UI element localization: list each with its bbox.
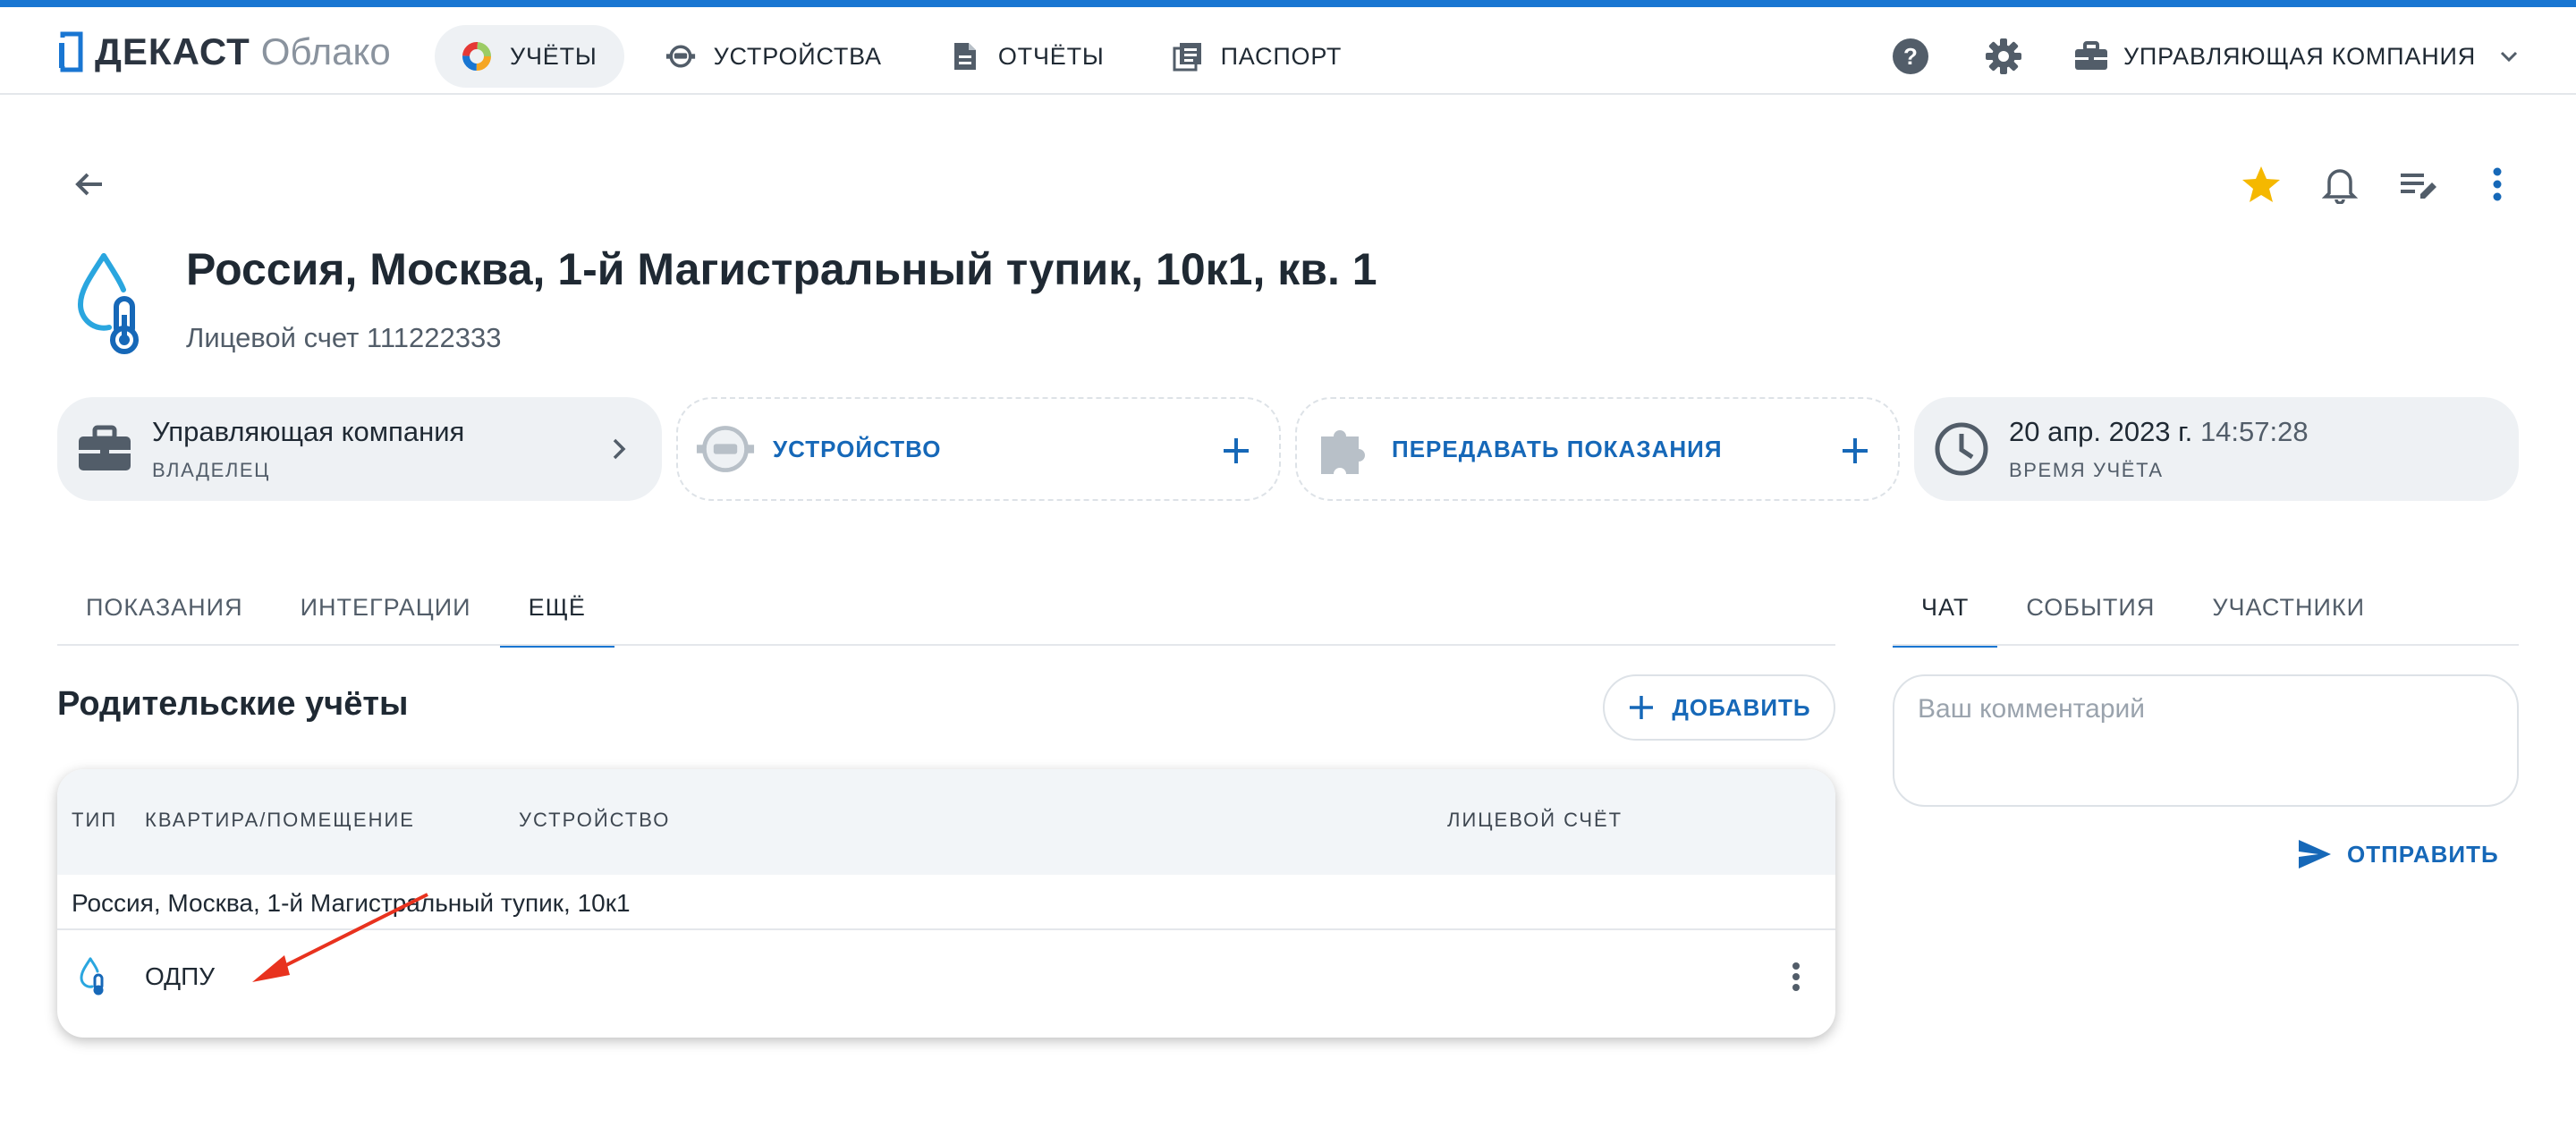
send-label: ОТПРАВИТЬ bbox=[2347, 840, 2499, 868]
side-tabs-divider bbox=[1893, 644, 2519, 646]
owner-name: Управляющая компания bbox=[152, 416, 465, 447]
tab-integrations[interactable]: ИНТЕГРАЦИИ bbox=[272, 569, 500, 646]
gear-icon[interactable] bbox=[1980, 33, 2027, 80]
tab-more[interactable]: ЕЩЁ bbox=[499, 569, 615, 648]
nav-item-label: УСТРОЙСТВА bbox=[713, 42, 882, 70]
top-navigation-bar: ДЕКАСТ Облако УЧЁТЫ УСТРОЙСТВА ОТЧЁТЫ ПА… bbox=[0, 0, 2576, 95]
accounts-colorful-icon bbox=[462, 41, 492, 72]
arrow-left-icon bbox=[75, 173, 102, 196]
add-button-label: ДОБАВИТЬ bbox=[1672, 693, 1811, 721]
nav-item-label: ПАСПОРТ bbox=[1220, 42, 1343, 70]
help-icon[interactable]: ? bbox=[1887, 33, 1934, 80]
nav-item-reports[interactable]: ОТЧЁТЫ bbox=[923, 25, 1131, 88]
send-button[interactable]: ОТПРАВИТЬ bbox=[2297, 832, 2499, 877]
device-card[interactable]: УСТРОЙСТВО bbox=[676, 397, 1281, 501]
company-menu-label: УПРАВЛЯЮЩАЯ КОМПАНИЯ bbox=[2123, 42, 2476, 70]
chevron-right-icon bbox=[597, 428, 640, 470]
main-nav: УЧЁТЫ УСТРОЙСТВА ОТЧЁТЫ ПАСПОРТ bbox=[435, 25, 1383, 88]
column-header-premises[interactable]: КВАРТИРА/ПОМЕЩЕНИЕ bbox=[145, 809, 415, 832]
water-thermometer-icon bbox=[77, 253, 139, 354]
logo-brand-text: ДЕКАСТ bbox=[95, 30, 250, 72]
owner-caption: ВЛАДЕЛЕЦ bbox=[152, 459, 271, 481]
owner-card[interactable]: Управляющая компания ВЛАДЕЛЕЦ bbox=[57, 397, 662, 501]
readings-card[interactable]: ПЕРЕДАВАТЬ ПОКАЗАНИЯ bbox=[1295, 397, 1900, 501]
tab-chat[interactable]: ЧАТ bbox=[1893, 569, 1998, 648]
nav-item-passport[interactable]: ПАСПОРТ bbox=[1146, 25, 1369, 88]
logo-product-text: Облако bbox=[260, 30, 391, 72]
readings-card-label: ПЕРЕДАВАТЬ ПОКАЗАНИЯ bbox=[1392, 435, 1723, 462]
passport-icon bbox=[1173, 41, 1203, 72]
favorite-star-icon[interactable] bbox=[2238, 161, 2284, 208]
section-title: Родительские учёты bbox=[57, 685, 409, 723]
nav-item-devices[interactable]: УСТРОЙСТВА bbox=[639, 25, 909, 88]
back-button[interactable] bbox=[66, 161, 113, 208]
nav-item-label: УЧЁТЫ bbox=[510, 42, 597, 70]
briefcase-icon bbox=[75, 419, 134, 479]
tab-readings[interactable]: ПОКАЗАНИЯ bbox=[57, 569, 272, 646]
top-right-controls: ? УПРАВЛЯЮЩАЯ КОМПАНИЯ bbox=[1887, 25, 2521, 88]
tab-participants[interactable]: УЧАСТНИКИ bbox=[2183, 569, 2394, 646]
svg-text:?: ? bbox=[1903, 43, 1918, 70]
edit-notes-icon[interactable] bbox=[2395, 161, 2442, 208]
table-row[interactable]: ОДПУ bbox=[57, 930, 1835, 1038]
time-caption: ВРЕМЯ УЧЁТА bbox=[2009, 459, 2164, 481]
add-parent-account-button[interactable]: ДОБАВИТЬ bbox=[1603, 674, 1835, 741]
time-card: 20 апр. 2023 г. 14:57:28 ВРЕМЯ УЧЁТА bbox=[1914, 397, 2519, 501]
time-clock: 14:57:28 bbox=[2199, 416, 2309, 447]
row-more-vertical-icon[interactable] bbox=[1778, 959, 1814, 995]
more-vertical-icon[interactable] bbox=[2474, 161, 2521, 208]
header-actions bbox=[2206, 157, 2521, 211]
group-address: Россия, Москва, 1-й Магистральный тупик,… bbox=[72, 889, 631, 917]
account-number: Лицевой счет 111222333 bbox=[186, 322, 502, 353]
time-date: 20 апр. 2023 г. bbox=[2009, 416, 2193, 447]
column-header-account[interactable]: ЛИЦЕВОЙ СЧЁТ bbox=[1447, 809, 1623, 832]
nav-item-label: ОТЧЁТЫ bbox=[997, 42, 1105, 70]
bell-icon[interactable] bbox=[2317, 161, 2363, 208]
side-tabs: ЧАТ СОБЫТИЯ УЧАСТНИКИ bbox=[1893, 569, 2394, 648]
document-icon bbox=[950, 41, 980, 72]
column-header-device[interactable]: УСТРОЙСТВО bbox=[519, 809, 670, 832]
main-tabs-divider bbox=[57, 644, 1835, 646]
clock-icon bbox=[1932, 419, 1991, 479]
table-group-row: Россия, Москва, 1-й Магистральный тупик,… bbox=[57, 875, 1835, 930]
send-icon bbox=[2299, 840, 2331, 869]
row-name: ОДПУ bbox=[145, 962, 216, 990]
device-icon bbox=[696, 419, 755, 479]
company-menu[interactable]: УПРАВЛЯЮЩАЯ КОМПАНИЯ bbox=[2073, 41, 2521, 72]
tab-events[interactable]: СОБЫТИЯ bbox=[1997, 569, 2183, 646]
page-title: Россия, Москва, 1-й Магистральный тупик,… bbox=[186, 244, 1377, 294]
puzzle-icon bbox=[1315, 419, 1374, 479]
plus-icon bbox=[1630, 696, 1654, 719]
device-card-label: УСТРОЙСТВО bbox=[773, 435, 942, 462]
parent-accounts-table: ТИП КВАРТИРА/ПОМЕЩЕНИЕ УСТРОЙСТВО ЛИЦЕВО… bbox=[57, 769, 1835, 1038]
table-header: ТИП КВАРТИРА/ПОМЕЩЕНИЕ УСТРОЙСТВО ЛИЦЕВО… bbox=[57, 769, 1835, 875]
chevron-down-icon bbox=[2500, 51, 2518, 63]
nav-item-accounts[interactable]: УЧЁТЫ bbox=[435, 25, 624, 88]
app-logo[interactable]: ДЕКАСТ Облако bbox=[57, 27, 391, 77]
comment-placeholder: Ваш комментарий bbox=[1918, 694, 2146, 724]
comment-input[interactable]: Ваш комментарий bbox=[1893, 674, 2519, 807]
briefcase-icon bbox=[2074, 41, 2107, 70]
device-icon bbox=[665, 41, 696, 72]
add-device-plus-icon[interactable] bbox=[1215, 429, 1258, 472]
logo-mark-icon bbox=[57, 31, 83, 72]
add-readings-plus-icon[interactable] bbox=[1834, 429, 1877, 472]
column-header-type[interactable]: ТИП bbox=[72, 809, 117, 832]
water-thermometer-icon bbox=[80, 957, 104, 996]
main-tabs: ПОКАЗАНИЯ ИНТЕГРАЦИИ ЕЩЁ bbox=[57, 569, 615, 648]
